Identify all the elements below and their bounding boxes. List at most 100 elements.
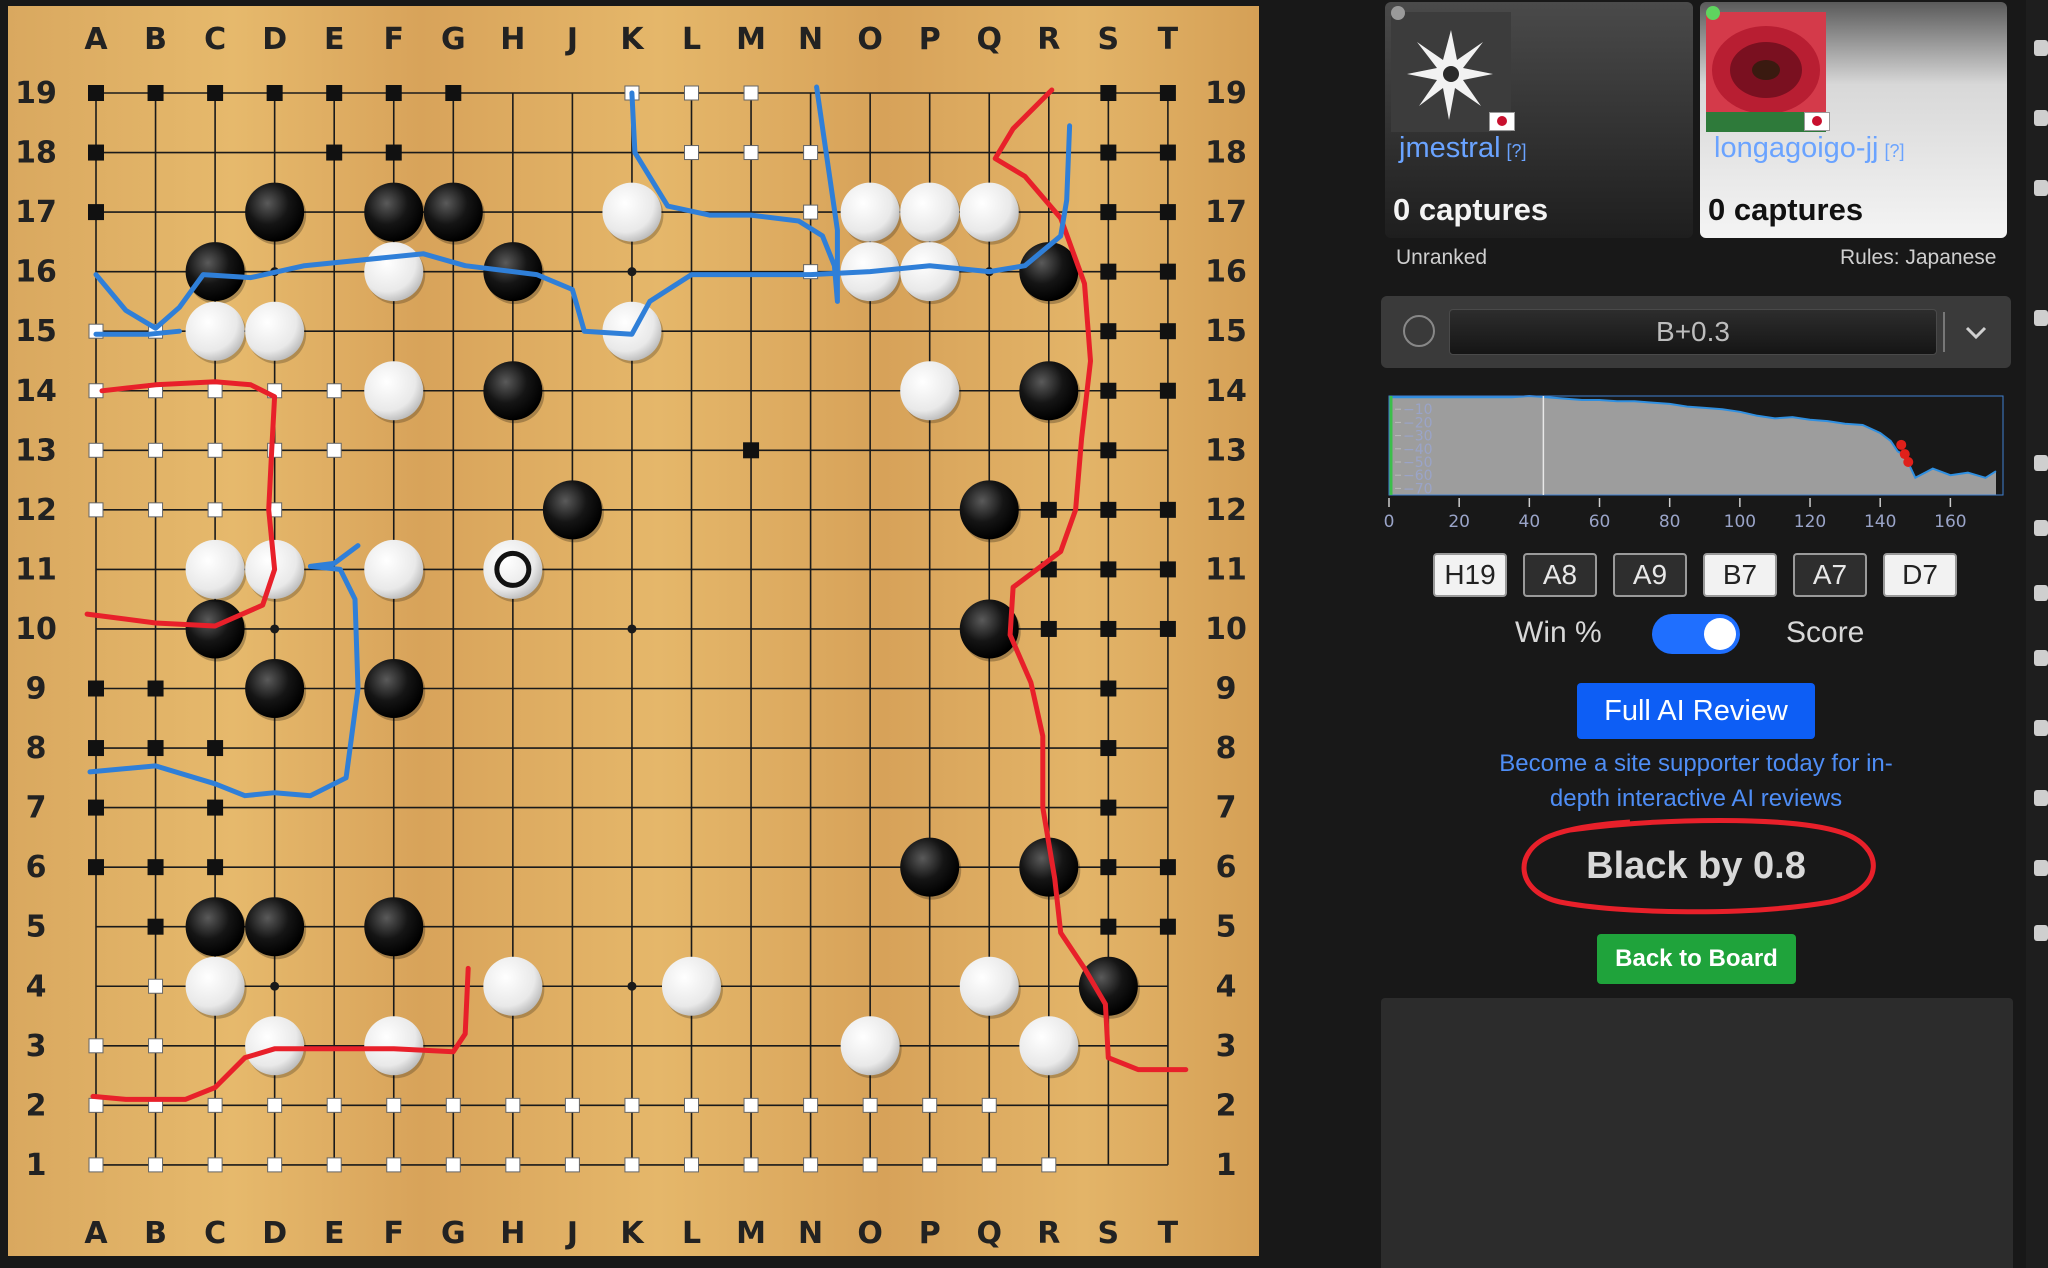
white-stone[interactable] [1019, 1016, 1079, 1076]
white-territory-marker [1041, 1157, 1057, 1173]
black-stone[interactable] [245, 182, 305, 242]
toolbar-icon[interactable] [2034, 860, 2048, 876]
white-stone[interactable] [245, 301, 305, 361]
column-label: C [204, 1216, 226, 1251]
row-label: 4 [26, 969, 47, 1004]
toolbar-icon[interactable] [2034, 925, 2048, 941]
black-player-name[interactable]: jmestral [1399, 132, 1501, 164]
black-stone[interactable] [542, 480, 602, 540]
white-stone[interactable] [662, 956, 721, 1016]
white-stone[interactable] [959, 956, 1019, 1016]
white-territory-marker [267, 1097, 283, 1113]
white-stone[interactable] [364, 1016, 424, 1076]
column-label: N [798, 22, 823, 57]
black-stone[interactable] [245, 659, 305, 718]
toolbar-icon[interactable] [2034, 310, 2048, 326]
score-graph[interactable]: −10−20−30−40−50−60−700 20 40 60 80 100 120 140 1… [1383, 390, 2013, 540]
black-stone[interactable] [959, 480, 1019, 540]
win-score-toggle[interactable] [1652, 614, 1740, 654]
black-stone[interactable] [245, 897, 305, 957]
toolbar-icon[interactable] [2034, 455, 2048, 471]
score-estimate-value[interactable]: B+0.3 [1449, 309, 1937, 355]
black-stone[interactable] [364, 897, 424, 957]
white-stone[interactable] [602, 182, 662, 242]
white-stone-last-move[interactable] [483, 539, 543, 599]
white-stone[interactable] [245, 1016, 305, 1076]
white-player-card[interactable]: longagoigo-jj [?] 0 captures [1700, 2, 2007, 238]
black-player-help-link[interactable]: [?] [1507, 141, 1527, 161]
black-player-card[interactable]: jmestral [?] 0 captures [1385, 2, 1693, 238]
territory-annotation-line [992, 87, 1189, 1073]
go-board[interactable]: A A B B C C D D E E F F G G H H J J K K L L M M N N O O P P Q Q R R S S T T 19… [8, 6, 1259, 1256]
white-stone[interactable] [900, 242, 960, 302]
white-player-avatar[interactable] [1706, 12, 1830, 132]
score-circle-icon[interactable] [1403, 315, 1435, 347]
white-stone[interactable] [840, 1016, 900, 1076]
row-label: 8 [1216, 731, 1237, 766]
white-territory-marker [684, 1097, 699, 1113]
row-label: 17 [1205, 195, 1247, 230]
black-stone[interactable] [185, 897, 245, 957]
white-stone[interactable] [483, 956, 543, 1016]
row-label: 3 [26, 1029, 47, 1064]
toolbar-icon[interactable] [2034, 110, 2048, 126]
black-stone[interactable] [1019, 361, 1079, 421]
black-stone[interactable] [1019, 242, 1079, 302]
ranked-status: Unranked [1396, 246, 1488, 269]
supporter-link[interactable]: Become a site supporter today for in-dep… [1470, 746, 1922, 816]
ai-move-button-d7[interactable]: D7 [1883, 553, 1957, 597]
toolbar-icon[interactable] [2034, 40, 2048, 56]
black-stone[interactable] [364, 182, 424, 242]
side-toolbar [2026, 0, 2048, 1268]
back-to-board-button[interactable]: Back to Board [1597, 934, 1796, 984]
white-territory-marker [207, 383, 223, 399]
white-stone[interactable] [364, 539, 424, 599]
white-stone[interactable] [900, 361, 960, 421]
toolbar-icon[interactable] [2034, 585, 2048, 601]
white-stone[interactable] [185, 956, 245, 1016]
mistake-marker[interactable] [1896, 439, 1907, 450]
black-territory-marker [88, 740, 104, 757]
mistake-marker[interactable] [1903, 457, 1914, 467]
column-label: O [857, 22, 883, 57]
black-stone[interactable] [900, 837, 960, 897]
row-label: 14 [1205, 374, 1247, 409]
white-stone[interactable] [959, 182, 1019, 242]
ai-move-button-h19[interactable]: H19 [1433, 553, 1507, 597]
white-territory-marker [267, 1157, 283, 1173]
toolbar-icon[interactable] [2034, 790, 2048, 806]
toolbar-icon[interactable] [2034, 650, 2048, 666]
chat-panel[interactable] [1381, 998, 2013, 1268]
black-stone[interactable] [483, 361, 543, 421]
ai-move-button-a8[interactable]: A8 [1523, 553, 1597, 597]
toolbar-icon[interactable] [2034, 720, 2048, 736]
black-stone[interactable] [1078, 956, 1138, 1016]
black-stone[interactable] [364, 659, 424, 718]
row-label: 6 [26, 850, 47, 885]
white-stone[interactable] [364, 242, 424, 302]
white-stone[interactable] [840, 182, 900, 242]
white-stone[interactable] [185, 539, 245, 599]
black-stone[interactable] [185, 599, 245, 659]
board-grid[interactable]: AABBCCDDEEFFGGHHJJKKLLMMNNOOPPQQRRSSTT19… [8, 6, 1259, 1256]
black-player-avatar[interactable] [1391, 12, 1515, 132]
black-territory-marker [1100, 859, 1117, 876]
chevron-down-icon[interactable] [1961, 314, 1991, 350]
toolbar-icon[interactable] [2034, 520, 2048, 536]
white-stone[interactable] [185, 301, 245, 361]
full-ai-review-button[interactable]: Full AI Review [1577, 683, 1815, 739]
row-label: 12 [15, 493, 57, 528]
white-stone[interactable] [364, 361, 424, 421]
column-label: D [262, 1216, 287, 1251]
ai-move-button-b7[interactable]: B7 [1703, 553, 1777, 597]
black-stone[interactable] [185, 242, 245, 302]
row-label: 13 [1205, 433, 1247, 468]
white-player-help-link[interactable]: [?] [1884, 141, 1904, 161]
white-territory-marker [743, 1097, 759, 1113]
white-player-name[interactable]: longagoigo-jj [1714, 132, 1878, 164]
white-stone[interactable] [900, 182, 960, 242]
ai-move-button-a9[interactable]: A9 [1613, 553, 1687, 597]
toolbar-icon[interactable] [2034, 180, 2048, 196]
black-stone[interactable] [423, 182, 483, 242]
ai-move-button-a7[interactable]: A7 [1793, 553, 1867, 597]
